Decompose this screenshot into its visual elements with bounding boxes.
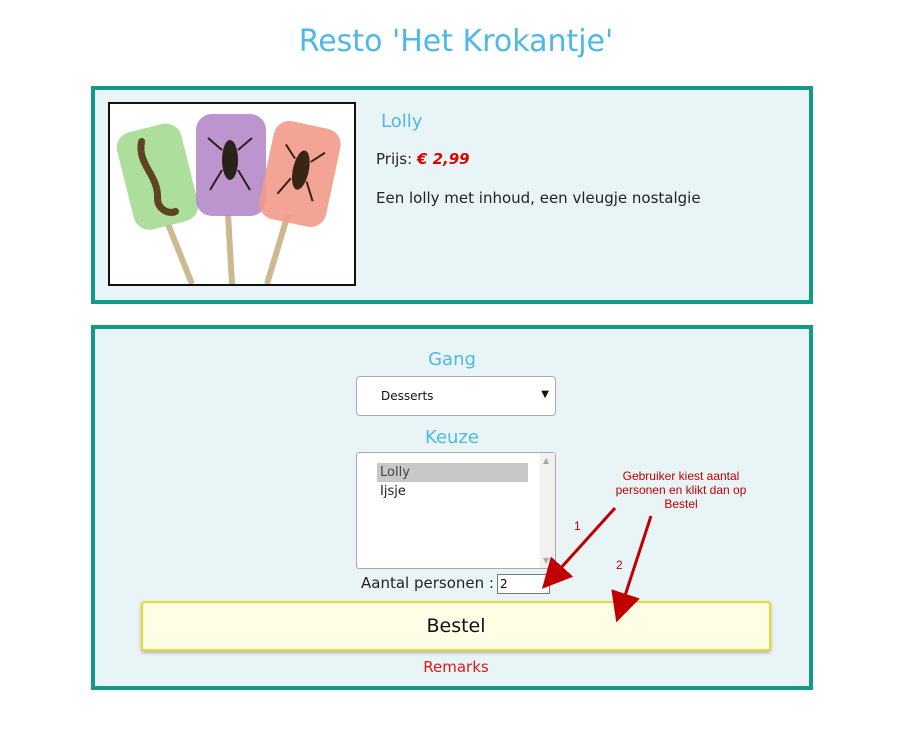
price-value: € 2,99 (416, 150, 470, 168)
product-name: Lolly (381, 111, 423, 132)
product-description: Een lolly met inhoud, een vleugje nostal… (376, 189, 701, 207)
annotation-note: Gebruiker kiest aantal personen en klikt… (615, 469, 747, 511)
choice-option-ijsje[interactable]: Ijsje (377, 482, 528, 501)
course-select[interactable]: Desserts ▼ (356, 376, 556, 416)
price-label: Prijs: (376, 150, 413, 168)
scroll-down-arrow-icon[interactable]: ▼ (543, 556, 549, 565)
page-title: Resto 'Het Krokantje' (298, 24, 614, 59)
remarks-link[interactable]: Remarks (95, 658, 817, 676)
caret-down-icon: ▼ (541, 389, 549, 400)
choice-option-lolly[interactable]: Lolly (377, 463, 528, 482)
choice-heading: Keuze (425, 427, 479, 448)
annotation-step-1: 1 (574, 519, 581, 533)
course-select-value: Desserts (381, 389, 434, 403)
persons-label: Aantal personen : (361, 574, 494, 592)
choice-listbox[interactable]: Lolly Ijsje ▲ ▼ (356, 452, 556, 569)
persons-input[interactable] (497, 574, 550, 594)
price-line: Prijs: € 2,99 (376, 150, 470, 168)
course-heading: Gang (428, 349, 476, 370)
scroll-up-arrow-icon[interactable]: ▲ (543, 456, 549, 465)
product-panel: Lolly Prijs: € 2,99 Een lolly met inhoud… (91, 86, 813, 304)
lollipop-photo-icon (110, 104, 354, 284)
order-button[interactable]: Bestel (141, 601, 771, 651)
listbox-scrollbar[interactable]: ▲ ▼ (540, 453, 555, 568)
product-image (108, 102, 356, 286)
annotation-step-2: 2 (616, 558, 623, 572)
